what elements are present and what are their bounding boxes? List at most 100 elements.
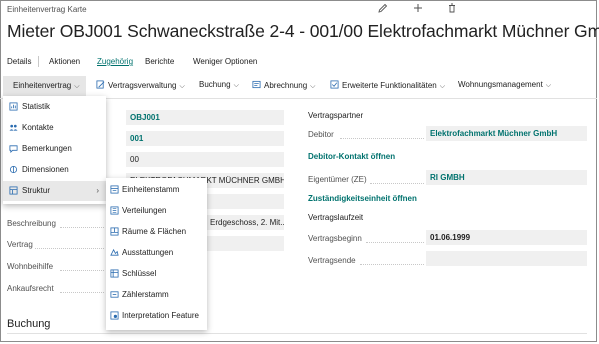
menu-item-interpretation-feature[interactable]: Interpretation Feature	[106, 306, 207, 326]
menu-item-struktur[interactable]: Struktur ›	[3, 181, 106, 201]
menu-item-verteilungen-label: Verteilungen	[122, 206, 167, 215]
menu-item-statistik-label: Statistik	[22, 102, 51, 111]
leader-dots	[60, 292, 104, 293]
field-unterrnummer[interactable]: 00	[126, 152, 284, 167]
chevron-down-icon: ⌵	[439, 83, 446, 90]
page-caption: Einheitenvertrag Karte	[7, 5, 87, 14]
feature-icon	[110, 311, 119, 320]
menu-item-statistik[interactable]: Statistik	[3, 97, 106, 117]
leader-dots	[370, 183, 424, 184]
einheitenvertrag-dropdown: Statistik Kontakte Bemerkungen Dimension…	[3, 96, 106, 204]
vertragslaufzeit-heading: Vertragslaufzeit	[308, 213, 364, 222]
section-divider	[7, 333, 587, 334]
menu-vertragsverwaltung-label: Vertragsverwaltung	[108, 81, 177, 90]
tab-weniger-optionen[interactable]: Weniger Optionen	[193, 57, 257, 66]
leader-dots	[60, 227, 104, 228]
tab-details[interactable]: Details	[7, 57, 31, 66]
statistics-icon	[9, 102, 18, 111]
label-vertragsende: Vertragsende	[308, 256, 356, 265]
field-beschreibung[interactable]: Erdgeschoss, 2. Mit...	[206, 215, 284, 230]
add-icon[interactable]	[413, 3, 423, 16]
field-eigentuemer[interactable]: RI GMBH	[426, 170, 587, 185]
leader-dots	[35, 248, 104, 249]
tab-aktionen[interactable]: Aktionen	[49, 57, 80, 66]
leader-dots	[60, 270, 104, 271]
label-ankaufsrecht: Ankaufsrecht	[7, 284, 54, 293]
section-buchung-title[interactable]: Buchung	[7, 318, 50, 330]
menu-item-ausstattungen-label: Ausstattungen	[122, 248, 174, 257]
menu-item-verteilungen[interactable]: Verteilungen	[106, 201, 207, 221]
distribution-icon	[110, 206, 119, 215]
menu-buchung[interactable]: Buchung ⌵	[199, 80, 239, 90]
menu-item-raeume-flaechen[interactable]: Räume & Flächen	[106, 222, 207, 242]
chevron-down-icon: ⌵	[233, 82, 239, 89]
contacts-icon	[9, 124, 18, 131]
menu-wohnungsmanagement[interactable]: Wohnungsmanagement ⌵	[458, 80, 551, 90]
struktur-submenu: Einheitenstamm Verteilungen Räume & Fläc…	[106, 178, 207, 330]
chevron-down-icon: ⌵	[74, 83, 80, 90]
structure-icon	[9, 186, 18, 195]
chevron-down-icon: ⌵	[310, 83, 316, 90]
leader-dots	[360, 264, 424, 265]
label-vertragsbeginn: Vertragsbeginn	[308, 234, 362, 243]
menu-item-einheitenstamm[interactable]: Einheitenstamm	[106, 180, 207, 200]
menu-item-ausstattungen[interactable]: Ausstattungen	[106, 243, 207, 263]
floor-plan-icon	[110, 227, 119, 236]
delete-icon[interactable]	[447, 3, 457, 16]
menu-vertragsverwaltung[interactable]: Vertragsverwaltung ⌵	[96, 80, 185, 91]
menu-item-raeume-flaechen-label: Räume & Flächen	[122, 227, 187, 236]
menu-item-kontakte[interactable]: Kontakte	[3, 118, 106, 138]
equipment-icon	[110, 248, 119, 256]
debitor-kontakt-link[interactable]: Debitor-Kontakt öffnen	[308, 152, 395, 161]
edit-icon[interactable]	[378, 3, 388, 16]
menu-item-zaehlerstamm[interactable]: Zählerstamm	[106, 285, 207, 305]
menu-einheitenvertrag[interactable]: Einheitenvertrag ⌵	[3, 76, 86, 96]
label-vertrag: Vertrag	[7, 240, 33, 249]
menu-item-bemerkungen[interactable]: Bemerkungen	[3, 139, 106, 159]
leader-dots	[366, 242, 424, 243]
menu-item-struktur-label: Struktur	[22, 186, 51, 195]
contract-edit-icon	[96, 80, 105, 89]
tab-berichte[interactable]: Berichte	[145, 57, 174, 66]
menu-item-dimensionen[interactable]: Dimensionen	[3, 160, 106, 180]
label-debitor: Debitor	[308, 130, 334, 139]
menu-erweiterte-label: Erweiterte Funktionalitäten	[342, 81, 437, 90]
vertragspartner-heading: Vertragspartner	[308, 111, 364, 120]
chevron-down-icon: ⌵	[179, 83, 185, 90]
field-vertragsbeginn[interactable]: 01.06.1999	[426, 230, 587, 245]
dimensions-icon	[9, 165, 18, 174]
invoice-icon	[252, 80, 261, 89]
field-objekt[interactable]: OBJ001	[126, 110, 284, 125]
menu-item-interpretation-feature-label: Interpretation Feature	[122, 311, 199, 320]
key-list-icon	[110, 269, 119, 278]
field-debitor[interactable]: Elektrofachmarkt Müchner GmbH	[426, 126, 587, 141]
chevron-down-icon: ⌵	[545, 82, 552, 89]
menu-item-bemerkungen-label: Bemerkungen	[22, 144, 72, 153]
leader-dots	[340, 138, 424, 139]
label-eigentuemer: Eigentümer (ZE)	[308, 175, 367, 184]
chevron-right-icon: ›	[96, 186, 99, 195]
comment-icon	[9, 145, 18, 153]
menu-item-zaehlerstamm-label: Zählerstamm	[122, 290, 169, 299]
menu-item-schluessel-label: Schlüssel	[122, 269, 157, 278]
menu-item-einheitenstamm-label: Einheitenstamm	[122, 185, 180, 194]
menu-buchung-label: Buchung	[199, 80, 231, 89]
menu-item-kontakte-label: Kontakte	[22, 123, 54, 132]
field-einheit[interactable]: 001	[126, 131, 284, 146]
tab-zugehoerig[interactable]: Zugehörig	[97, 57, 133, 66]
menu-item-dimensionen-label: Dimensionen	[22, 165, 69, 174]
field-vertragsende[interactable]	[426, 251, 587, 266]
menu-wohnungsmanagement-label: Wohnungsmanagement	[458, 80, 543, 89]
tab-divider	[38, 56, 39, 67]
menu-einheitenvertrag-label: Einheitenvertrag	[13, 81, 72, 90]
page-title: Mieter OBJ001 Schwaneckstraße 2-4 - 001/…	[7, 21, 599, 41]
meter-icon	[110, 291, 119, 298]
label-wohnbeihilfe: Wohnbeihilfe	[7, 262, 54, 271]
menu-erweiterte-funktionalitaeten[interactable]: Erweiterte Funktionalitäten ⌵	[330, 80, 445, 91]
menu-item-schluessel[interactable]: Schlüssel	[106, 264, 207, 284]
menu-abrechnung[interactable]: Abrechnung ⌵	[252, 80, 315, 91]
zustaendigkeitseinheit-link[interactable]: Zuständigkeitseinheit öffnen	[308, 194, 417, 203]
label-beschreibung: Beschreibung	[7, 219, 56, 228]
unit-master-icon	[110, 185, 119, 194]
menu-abrechnung-label: Abrechnung	[264, 81, 308, 90]
